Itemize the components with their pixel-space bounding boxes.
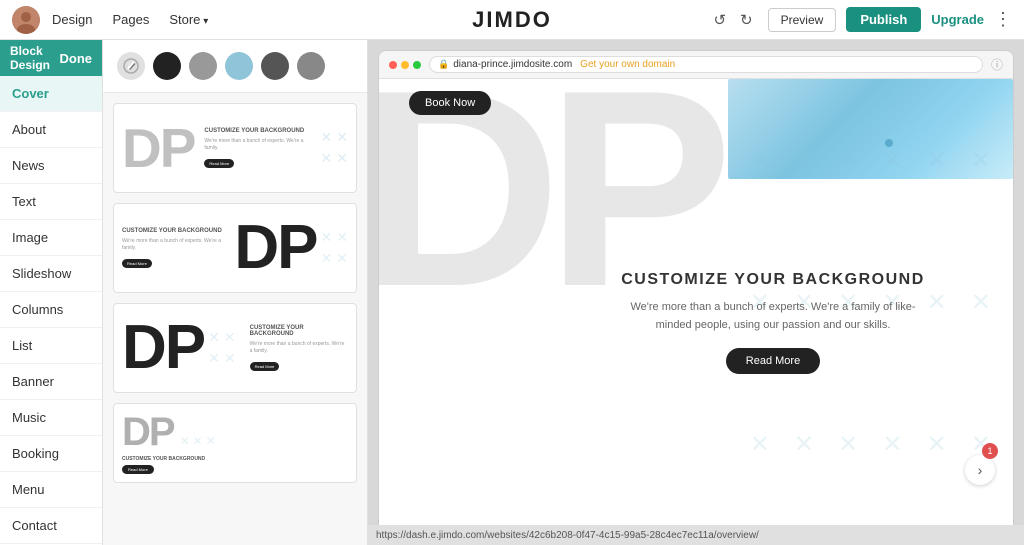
block-letters-4: DP [122, 412, 174, 452]
swatch-light-blue[interactable] [225, 52, 253, 80]
swatch-black[interactable] [153, 52, 181, 80]
sidebar-item-booking[interactable]: Booking [0, 436, 102, 472]
block-design-label: Block Design [10, 44, 60, 72]
url-text: diana-prince.jimdosite.com [453, 59, 572, 70]
main-layout: Block Design Done Cover About News Text … [0, 40, 1024, 545]
nav-design[interactable]: Design [52, 12, 92, 27]
left-panel: Block Design Done Cover About News Text … [0, 40, 103, 545]
sidebar-item-music[interactable]: Music [0, 400, 102, 436]
get-domain-link[interactable]: Get your own domain [580, 59, 675, 70]
sidebar-item-columns[interactable]: Columns [0, 292, 102, 328]
nav-items-list: Cover About News Text Image Slideshow Co… [0, 76, 102, 545]
block-thumbnails: DP CUSTOMIZE YOUR BACKGROUND We're more … [103, 93, 367, 545]
swatch-light[interactable] [117, 52, 145, 80]
preview-main-title: CUSTOMIZE YOUR BACKGROUND [613, 271, 933, 289]
sidebar-item-news[interactable]: News [0, 148, 102, 184]
more-options-button[interactable]: ⋮ [994, 9, 1012, 30]
sidebar-item-menu[interactable]: Menu [0, 472, 102, 508]
right-actions: ↺ ↻ Preview Publish Upgrade ⋮ [708, 7, 1012, 33]
sidebar-item-about[interactable]: About [0, 112, 102, 148]
sidebar-item-contact[interactable]: Contact [0, 508, 102, 544]
cross-pattern-2: ✕ ✕ ✕ ✕ [321, 229, 348, 267]
browser-dots [389, 61, 421, 69]
preview-text-content: CUSTOMIZE YOUR BACKGROUND We're more tha… [613, 271, 933, 374]
status-bar: https://dash.e.jimdo.com/websites/42c6b2… [368, 525, 1024, 545]
center-panel: DP CUSTOMIZE YOUR BACKGROUND We're more … [103, 40, 368, 545]
publish-button[interactable]: Publish [846, 7, 921, 32]
block-letters-1: DP [122, 121, 194, 176]
color-swatches [103, 40, 367, 93]
browser-dot-green [413, 61, 421, 69]
upgrade-button[interactable]: Upgrade [931, 12, 984, 27]
next-arrow-button[interactable]: › [965, 455, 995, 485]
block-mini-content-1: CUSTOMIZE YOUR BACKGROUND We're more tha… [194, 128, 314, 168]
block-letters-3: DP [122, 322, 204, 375]
top-navigation: Design Pages Store JIMDO ↺ ↻ Preview Pub… [0, 0, 1024, 40]
block-design-header: Block Design Done [0, 40, 102, 76]
sidebar-item-banner[interactable]: Banner [0, 364, 102, 400]
sidebar-item-slideshow[interactable]: Slideshow [0, 256, 102, 292]
sidebar-item-cover[interactable]: Cover [0, 76, 102, 112]
book-now-button[interactable]: Book Now [409, 91, 491, 115]
status-url: https://dash.e.jimdo.com/websites/42c6b2… [376, 530, 759, 541]
browser-dot-yellow [401, 61, 409, 69]
browser-info-icon: ⓘ [991, 56, 1003, 73]
jimdo-logo: JIMDO [472, 7, 552, 33]
swatch-gray[interactable] [189, 52, 217, 80]
block-mini-content-3: CUSTOMIZE YOUR BACKGROUND We're more tha… [240, 325, 348, 371]
browser-url-bar[interactable]: 🔒 diana-prince.jimdosite.com Get your ow… [429, 56, 983, 73]
right-panel: 🔒 diana-prince.jimdosite.com Get your ow… [368, 40, 1024, 545]
swatch-dark-gray[interactable] [261, 52, 289, 80]
cross-pattern-3: ✕ ✕ ✕ ✕ [208, 329, 235, 367]
lock-icon: 🔒 [438, 59, 449, 70]
preview-button[interactable]: Preview [768, 8, 837, 32]
sidebar-item-list[interactable]: List [0, 328, 102, 364]
block-thumb-1[interactable]: DP CUSTOMIZE YOUR BACKGROUND We're more … [113, 103, 357, 193]
check-icon [123, 58, 139, 74]
undo-button[interactable]: ↺ [708, 7, 731, 33]
done-button[interactable]: Done [60, 51, 93, 66]
browser-bar: 🔒 diana-prince.jimdosite.com Get your ow… [379, 51, 1013, 79]
redo-button[interactable]: ↻ [735, 7, 758, 33]
block-thumb-3[interactable]: DP ✕ ✕ ✕ ✕ CUSTOMIZE YOUR BACKGROUND We'… [113, 303, 357, 393]
block-letters-2: DP [234, 222, 316, 275]
undo-redo-group: ↺ ↻ [708, 7, 757, 33]
nav-store[interactable]: Store [169, 12, 208, 27]
sidebar-item-text[interactable]: Text [0, 184, 102, 220]
avatar[interactable] [12, 6, 40, 34]
swatch-medium-gray[interactable] [297, 52, 325, 80]
browser-chrome: 🔒 diana-prince.jimdosite.com Get your ow… [378, 50, 1014, 525]
cross-pattern-4: ✕ ✕ ✕ [180, 434, 216, 448]
block-thumb-2[interactable]: CUSTOMIZE YOUR BACKGROUND We're more tha… [113, 203, 357, 293]
nav-pages[interactable]: Pages [112, 12, 149, 27]
main-nav-links: Design Pages Store [52, 12, 208, 27]
block-thumb-4[interactable]: DP ✕ ✕ ✕ CUSTOMIZE YOUR BACKGROUND Read … [113, 403, 357, 483]
preview-subtitle: We're more than a bunch of experts. We'r… [613, 299, 933, 334]
notification-badge: 1 [982, 443, 998, 459]
sidebar-item-image[interactable]: Image [0, 220, 102, 256]
chevron-right-icon: › [978, 462, 983, 478]
block-mini-content-2: CUSTOMIZE YOUR BACKGROUND We're more tha… [122, 228, 234, 268]
read-more-button[interactable]: Read More [726, 348, 820, 374]
block-thumb-4-inner: DP ✕ ✕ ✕ [122, 412, 348, 452]
cross-pattern-1: ✕ ✕ ✕ ✕ [321, 129, 348, 167]
preview-content: Book Now DP ✕ ✕ ✕ ✕ ✕ ✕ ✕ ✕ ✕ ✕ [379, 79, 1013, 525]
browser-dot-red [389, 61, 397, 69]
